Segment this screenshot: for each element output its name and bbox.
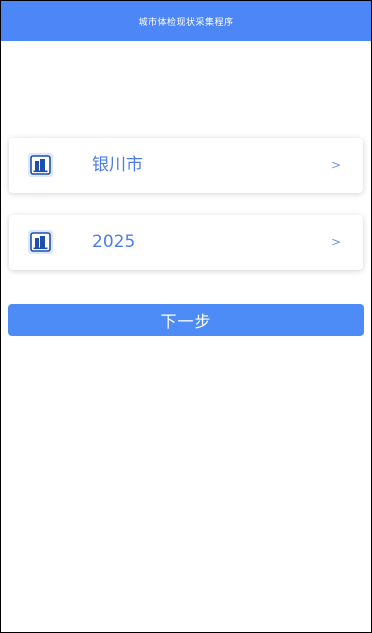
chevron-right-icon: > xyxy=(330,235,341,249)
chevron-right-icon: > xyxy=(330,158,341,172)
building-icon xyxy=(28,230,53,254)
city-value: 银川市 xyxy=(92,155,143,175)
app-screen: 城市体检现状采集程序 银川市 > 2025 > 下一步 xyxy=(0,0,372,633)
building-icon xyxy=(28,153,53,177)
page-title: 城市体检现状采集程序 xyxy=(138,17,234,28)
year-value: 2025 xyxy=(92,232,136,252)
next-step-button[interactable]: 下一步 xyxy=(8,304,364,336)
city-selector[interactable]: 银川市 > xyxy=(9,138,363,193)
year-selector[interactable]: 2025 > xyxy=(9,215,363,270)
app-header: 城市体检现状采集程序 xyxy=(1,1,371,41)
